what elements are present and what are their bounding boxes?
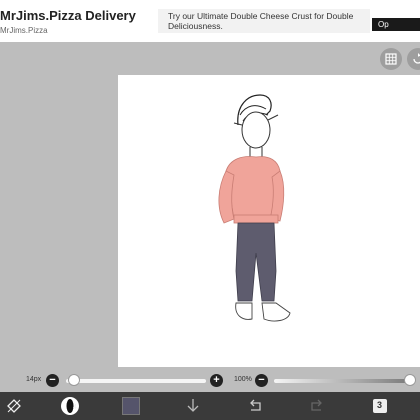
opacity-thumb[interactable] <box>404 374 416 386</box>
color-swatch-button[interactable] <box>121 396 141 416</box>
redo-button[interactable] <box>307 396 327 416</box>
ad-brand-name[interactable]: MrJims.Pizza Delivery <box>0 8 136 23</box>
brush-tool-button[interactable]: 4 <box>59 396 81 416</box>
brush-size-increase-button[interactable]: + <box>210 374 223 387</box>
bottom-toolbar: 4 3 <box>0 392 420 420</box>
character-drawing <box>218 94 291 322</box>
brush-size-label: 14px <box>26 376 42 383</box>
ad-cta-button[interactable]: Op <box>372 18 420 31</box>
layers-icon: 3 <box>373 399 387 413</box>
opacity-decrease-button[interactable]: − <box>255 374 268 387</box>
layers-button[interactable]: 3 <box>370 396 390 416</box>
grid-button[interactable] <box>380 48 402 70</box>
brush-size-thumb[interactable] <box>68 374 80 386</box>
color-swatch <box>122 397 140 415</box>
download-button[interactable] <box>183 396 203 416</box>
grid-icon <box>385 53 397 65</box>
slider-bar: 14px − + 100% − <box>0 370 420 392</box>
opacity-label: 100% <box>234 376 252 383</box>
transform-icon <box>7 399 21 413</box>
drawing-workspace[interactable] <box>0 42 420 368</box>
brush-size-decrease-button[interactable]: − <box>46 374 59 387</box>
brush-icon <box>61 397 79 415</box>
download-icon <box>187 399 199 412</box>
brush-size-badge: 4 <box>73 404 77 411</box>
layers-count: 3 <box>377 400 383 410</box>
transform-button[interactable] <box>4 396 24 416</box>
undo-icon <box>250 399 261 411</box>
ad-message[interactable]: Try our Ultimate Double Cheese Crust for… <box>168 11 368 31</box>
drawing-canvas[interactable] <box>118 75 420 367</box>
rotate-icon <box>413 53 420 64</box>
rotate-button[interactable] <box>407 48 420 70</box>
brush-size-track[interactable] <box>66 379 206 383</box>
ad-brand-subtitle: MrJims.Pizza <box>0 26 48 35</box>
undo-button[interactable] <box>245 396 265 416</box>
ad-banner[interactable]: MrJims.Pizza Delivery MrJims.Pizza Try o… <box>0 0 420 43</box>
redo-icon <box>311 399 322 411</box>
opacity-track[interactable] <box>274 379 410 383</box>
